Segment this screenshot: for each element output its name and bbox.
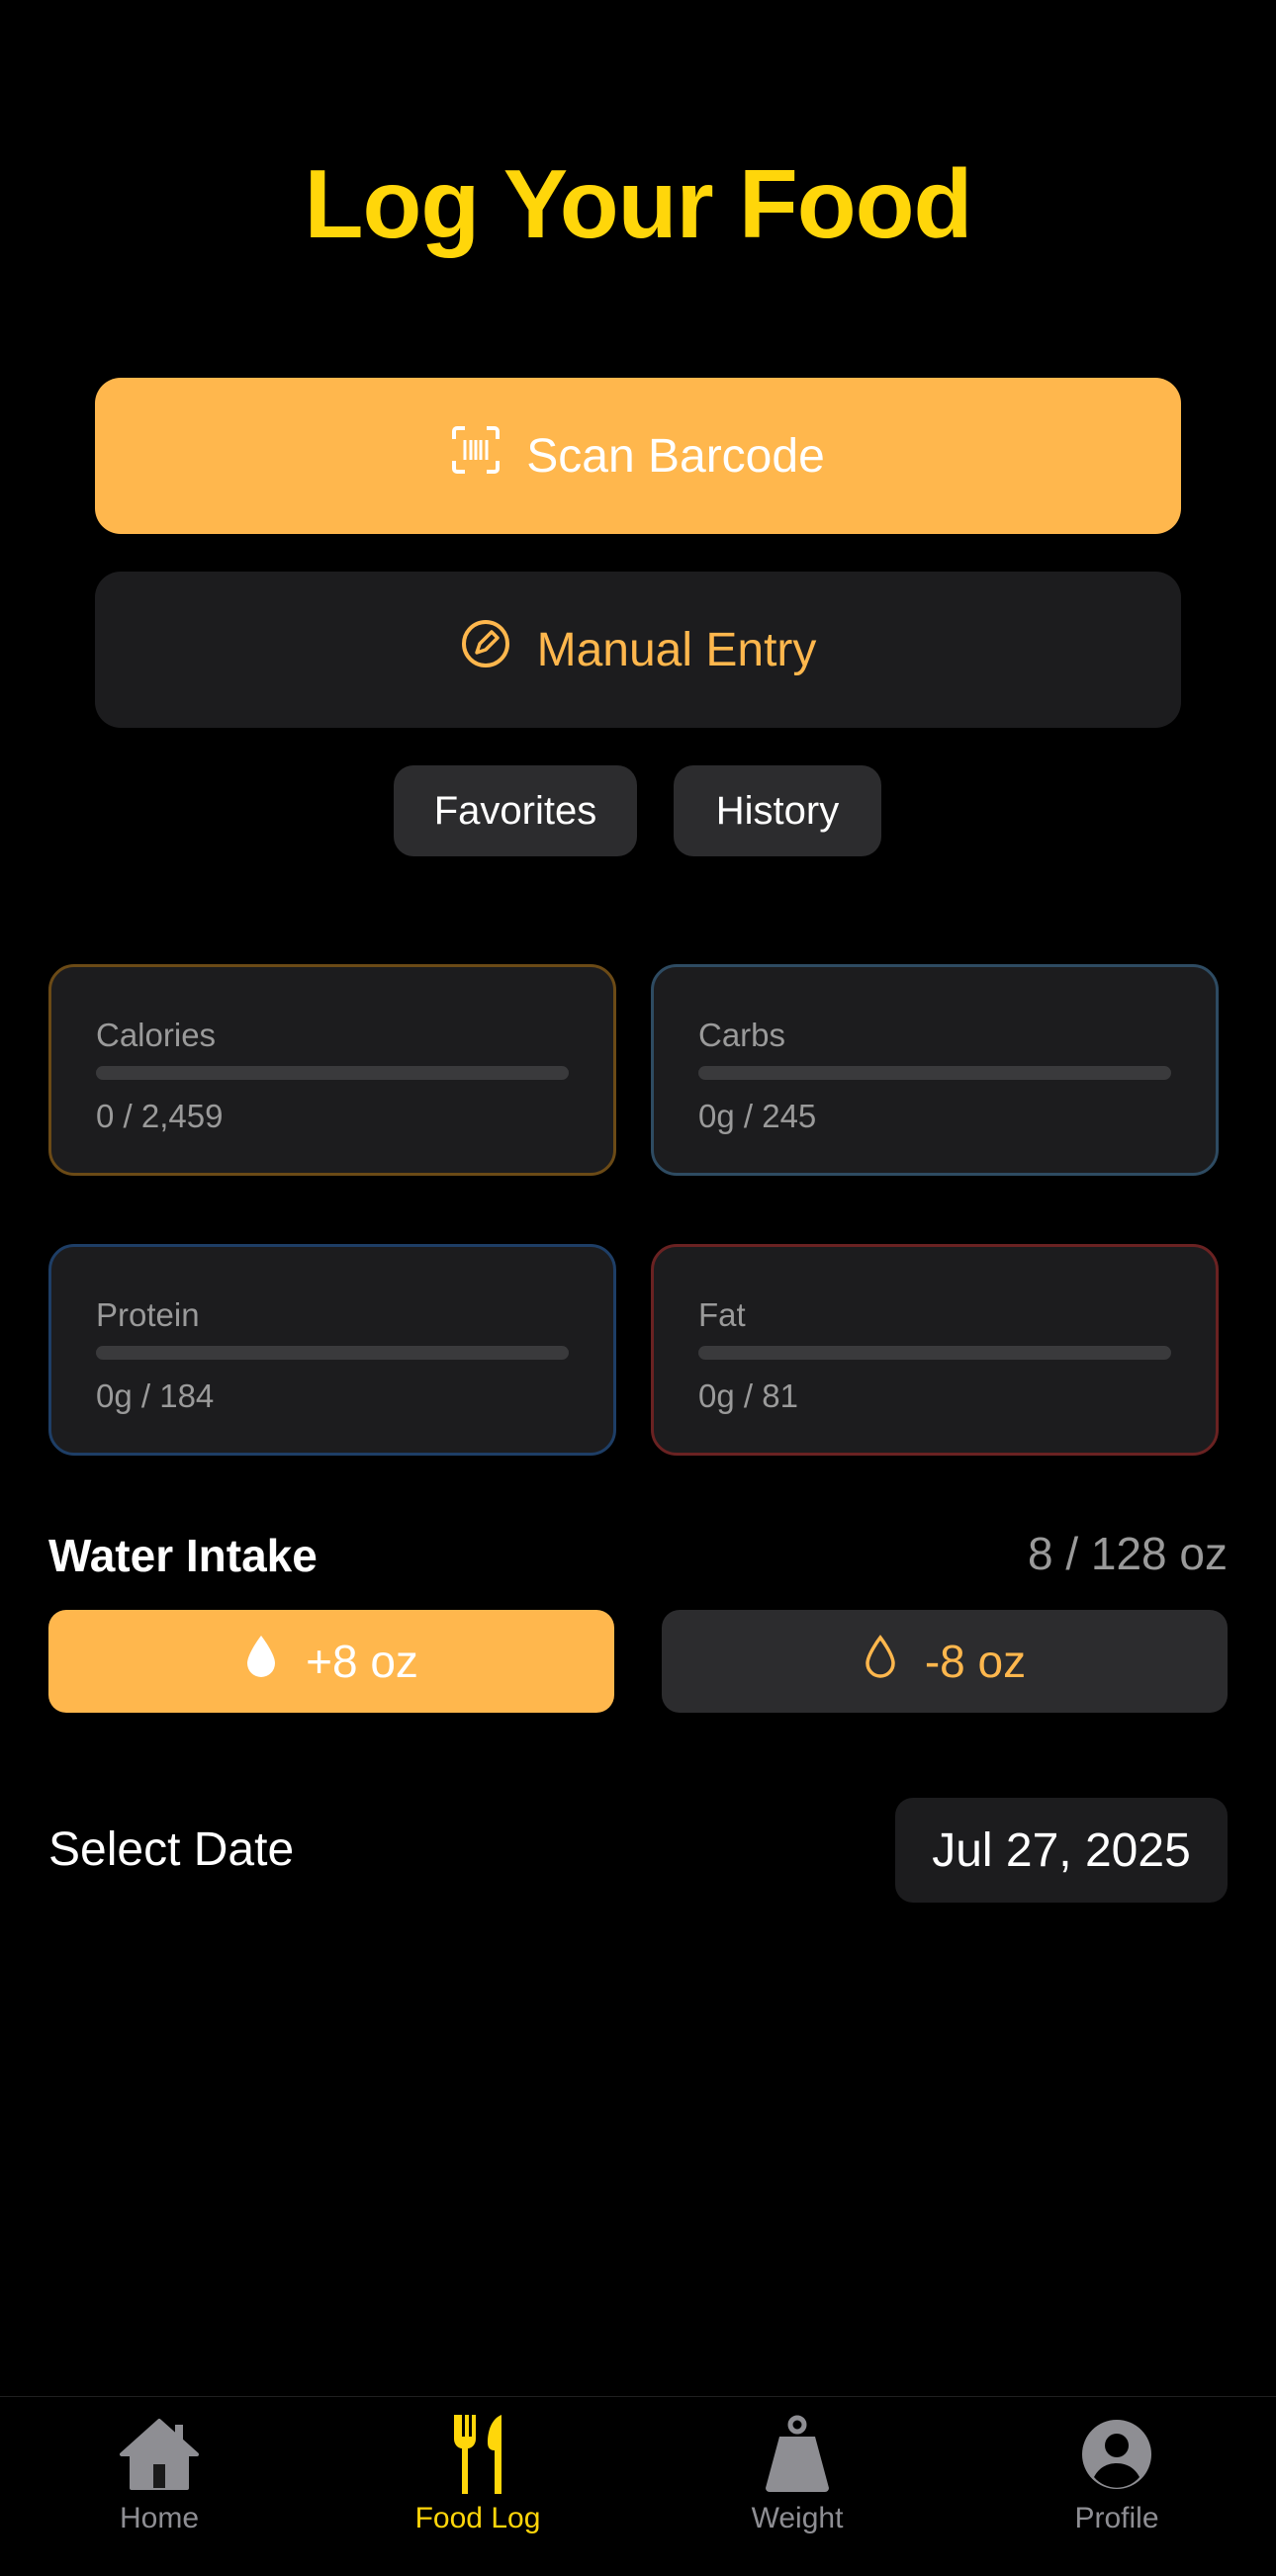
tab-label: Weight (751, 2502, 844, 2534)
tab-label: Profile (1074, 2502, 1159, 2534)
tab-bar: Home Food Log Weight Profile (0, 2396, 1276, 2576)
fat-card: Fat 0g / 81 (651, 1244, 1219, 1456)
scan-barcode-label: Scan Barcode (526, 429, 825, 483)
house-icon (118, 2411, 201, 2498)
water-intake-title: Water Intake (48, 1530, 318, 1581)
tab-home[interactable]: Home (0, 2397, 319, 2576)
add-water-label: +8 oz (306, 1636, 418, 1687)
macro-label: Fat (698, 1296, 746, 1333)
protein-progress-bar (96, 1346, 569, 1360)
fat-progress-bar (698, 1346, 1171, 1360)
calories-card: Calories 0 / 2,459 (48, 964, 616, 1176)
date-picker-button[interactable]: Jul 27, 2025 (895, 1798, 1228, 1903)
scale-icon (760, 2411, 835, 2498)
macro-label: Protein (96, 1296, 200, 1333)
water-drop-outline-icon (864, 1634, 897, 1690)
macro-value: 0g / 245 (698, 1098, 817, 1134)
carbs-progress-bar (698, 1066, 1171, 1080)
fork-knife-icon (450, 2411, 505, 2498)
macro-label: Calories (96, 1017, 217, 1053)
macro-value: 0g / 184 (96, 1377, 215, 1414)
tab-profile[interactable]: Profile (957, 2397, 1276, 2576)
water-intake-count: 8 / 128 oz (1027, 1528, 1228, 1579)
favorites-button[interactable]: Favorites (394, 765, 637, 856)
remove-water-label: -8 oz (924, 1636, 1027, 1687)
protein-card: Protein 0g / 184 (48, 1244, 616, 1456)
add-water-button[interactable]: +8 oz (48, 1610, 614, 1713)
calories-progress-bar (96, 1066, 569, 1080)
person-circle-icon (1080, 2411, 1153, 2498)
select-date-label: Select Date (48, 1823, 295, 1876)
tab-food-log[interactable]: Food Log (319, 2397, 637, 2576)
barcode-scan-icon (451, 425, 501, 487)
history-button[interactable]: History (674, 765, 881, 856)
tab-label: Home (119, 2502, 200, 2534)
water-drop-filled-icon (244, 1634, 278, 1690)
macro-label: Carbs (698, 1017, 786, 1053)
tab-weight[interactable]: Weight (638, 2397, 957, 2576)
manual-entry-label: Manual Entry (536, 623, 817, 676)
manual-entry-button[interactable]: Manual Entry (95, 572, 1181, 728)
pencil-circle-icon (460, 618, 511, 681)
scan-barcode-button[interactable]: Scan Barcode (95, 378, 1181, 534)
page-title: Log Your Food (304, 149, 973, 258)
macro-value: 0 / 2,459 (96, 1098, 224, 1134)
remove-water-button[interactable]: -8 oz (662, 1610, 1228, 1713)
macro-value: 0g / 81 (698, 1377, 798, 1414)
tab-label: Food Log (414, 2502, 541, 2534)
carbs-card: Carbs 0g / 245 (651, 964, 1219, 1176)
